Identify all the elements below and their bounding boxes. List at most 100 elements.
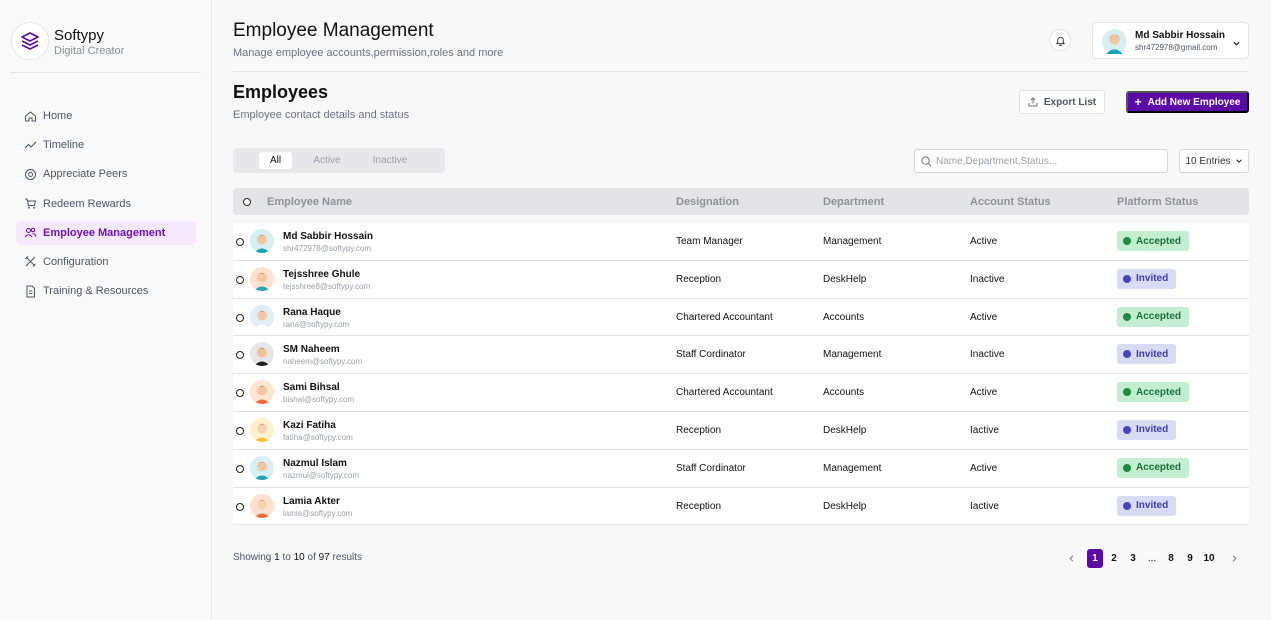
search-icon — [921, 155, 932, 166]
row-select-radio[interactable] — [236, 389, 244, 398]
platform-status-label: Invited — [1136, 348, 1169, 360]
table-row[interactable]: Kazi Fatiha fatiha@softypy.com Reception De… — [233, 411, 1249, 450]
sidebar-item-timeline[interactable]: Timeline — [16, 133, 196, 157]
designation-cell: Staff Cordinator — [676, 462, 746, 474]
tools-icon — [24, 255, 37, 268]
table-row[interactable]: Nazmul Islam nazmul@softypy.com Staff Cord… — [233, 449, 1249, 488]
results-word: results — [332, 552, 362, 563]
search-input[interactable] — [936, 155, 1156, 167]
employee-name[interactable]: Kazi Fatiha — [283, 420, 336, 431]
brand-logo-icon — [11, 22, 49, 60]
page-subtitle: Manage employee accounts,permission,role… — [233, 47, 504, 59]
page-2-button[interactable]: 2 — [1106, 549, 1122, 568]
range-from: 1 — [274, 552, 280, 563]
section-subtitle: Employee contact details and status — [233, 109, 410, 121]
page-8-button[interactable]: 8 — [1163, 549, 1179, 568]
sidebar-item-employee-management[interactable]: Employee Management — [16, 220, 196, 245]
chevron-left-icon[interactable] — [1063, 549, 1079, 568]
row-select-radio[interactable] — [236, 313, 244, 322]
employee-name[interactable]: Md Sabbir Hossain — [283, 231, 373, 242]
tab-active[interactable]: Active — [308, 152, 346, 169]
column-header-employee-name[interactable]: Employee Name — [267, 196, 352, 208]
table-row[interactable]: Lamia Akter lamia@softypy.com Reception Des… — [233, 487, 1249, 526]
column-header-designation[interactable]: Designation — [676, 196, 739, 208]
designation-cell: Reception — [676, 273, 722, 285]
employee-name[interactable]: SM Naheem — [283, 344, 340, 355]
employee-email: lamia@softypy.com — [283, 508, 353, 518]
row-select-radio[interactable] — [236, 238, 244, 246]
trend-icon — [24, 139, 37, 152]
status-badge: Invited — [1117, 495, 1177, 516]
avatar — [250, 380, 274, 405]
table-row[interactable]: SM Naheem naheem@softypy.com Staff Cordina… — [233, 336, 1249, 375]
status-badge: Invited — [1117, 419, 1177, 440]
status-dot-icon — [1123, 425, 1131, 434]
status-badge: Accepted — [1117, 306, 1190, 327]
designation-cell: Reception — [676, 424, 722, 436]
sidebar-item-training-resources[interactable]: Training & Resources — [16, 279, 196, 303]
designation-cell: Staff Cordinator — [676, 349, 746, 361]
sidebar-item-redeem-rewards[interactable]: Redeem Rewards — [16, 192, 196, 216]
employee-name[interactable]: Tejsshree Ghule — [283, 269, 360, 280]
status-tabs: All Active Inactive — [233, 148, 445, 173]
page-3-button[interactable]: 3 — [1125, 549, 1141, 568]
tab-inactive[interactable]: Inactive — [368, 152, 412, 169]
account-status-cell: Iactive — [970, 424, 999, 436]
account-status-cell: Active — [970, 387, 998, 399]
row-select-radio[interactable] — [236, 351, 244, 360]
avatar — [250, 342, 274, 367]
table-row[interactable]: Tejsshree Ghule tejsshree8@softypy.com Rec… — [233, 260, 1249, 299]
table-row[interactable]: Md Sabbir Hossain shr472978@softypy.com Te… — [233, 223, 1249, 261]
sidebar-item-configuration[interactable]: Configuration — [16, 250, 196, 274]
select-all-radio[interactable] — [243, 198, 251, 206]
chevron-right-icon[interactable] — [1226, 549, 1242, 568]
column-header-account-status[interactable]: Account Status — [970, 196, 1051, 208]
sidebar-item-home[interactable]: Home — [16, 104, 196, 128]
avatar — [1102, 29, 1127, 59]
sidebar-item-label: Appreciate Peers — [43, 168, 128, 181]
row-select-radio[interactable] — [236, 464, 244, 473]
pagination: 1 2 3... 8 9 10 — [1063, 549, 1245, 568]
employee-name[interactable]: Rana Haque — [283, 307, 341, 318]
department-cell: Management — [823, 349, 882, 361]
row-select-radio[interactable] — [236, 275, 244, 284]
table-row[interactable]: Rana Haque rana@softypy.com Chartered Acco… — [233, 298, 1249, 337]
avatar — [250, 304, 274, 329]
page-9-button[interactable]: 9 — [1182, 549, 1198, 568]
of-word: of — [307, 552, 316, 563]
platform-status-label: Invited — [1136, 424, 1169, 436]
column-header-department[interactable]: Department — [823, 196, 884, 208]
cart-icon — [24, 197, 37, 210]
document-icon — [24, 285, 37, 298]
department-cell: Accounts — [823, 311, 865, 323]
row-select-radio[interactable] — [236, 502, 244, 511]
export-list-button[interactable]: Export List — [1019, 90, 1105, 114]
user-menu[interactable]: Md Sabbir Hossain shr472978@gmail.com — [1092, 22, 1249, 59]
status-dot-icon — [1123, 312, 1131, 321]
notification-bell-icon[interactable] — [1049, 29, 1071, 51]
entries-select[interactable]: 10 Entries — [1179, 149, 1249, 173]
table-row[interactable]: Sami Bihsal bishal@softypy.com Chartered A… — [233, 374, 1249, 412]
status-badge: Accepted — [1117, 457, 1190, 478]
add-new-employee-button[interactable]: + Add New Employee — [1126, 91, 1249, 113]
tab-all[interactable]: All — [259, 152, 292, 169]
users-icon — [24, 226, 37, 239]
employee-email: naheem@softypy.com — [283, 357, 363, 367]
page-10-button[interactable]: 10 — [1201, 549, 1217, 568]
column-header-platform-status[interactable]: Platform Status — [1117, 196, 1198, 208]
page-ellipsis: ... — [1147, 553, 1157, 564]
platform-status-label: Invited — [1136, 273, 1169, 285]
employee-name[interactable]: Nazmul Islam — [283, 458, 347, 469]
sidebar-item-appreciate-peers[interactable]: Appreciate Peers — [16, 162, 196, 186]
sidebar-item-label: Home — [43, 110, 73, 122]
table-body: Md Sabbir Hossain shr472978@softypy.com Te… — [233, 223, 1249, 526]
employee-name[interactable]: Lamia Akter — [283, 496, 340, 507]
chevron-down-icon — [1232, 35, 1241, 53]
page-1-button[interactable]: 1 — [1087, 549, 1103, 568]
to-word: to — [282, 552, 291, 563]
employee-name[interactable]: Sami Bihsal — [283, 382, 340, 393]
row-select-radio[interactable] — [236, 426, 244, 435]
results-summary: Showing 1 to 10 of 97 results — [233, 552, 362, 563]
employee-email: shr472978@softypy.com — [283, 244, 372, 253]
account-status-cell: Active — [970, 462, 998, 474]
